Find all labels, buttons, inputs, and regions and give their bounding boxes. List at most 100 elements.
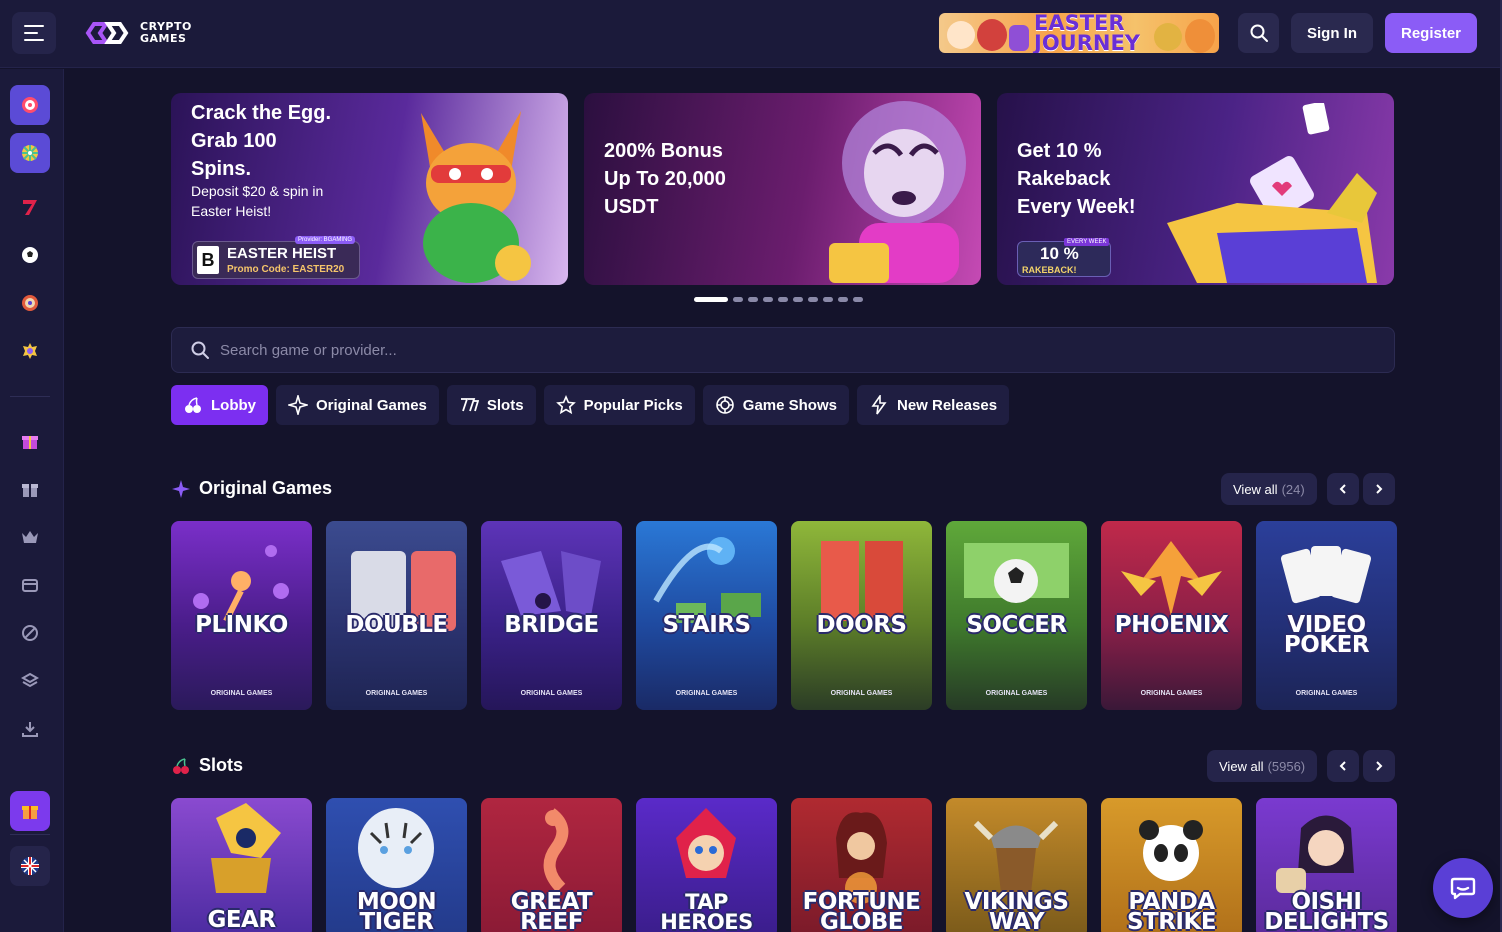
carousel-dot[interactable] — [694, 297, 728, 302]
carousel-dot[interactable] — [793, 297, 803, 302]
game-category: ORIGINAL GAMES — [830, 690, 893, 697]
header: CRYPTO GAMES EASTER JOURNEY Sign In Regi… — [0, 0, 1502, 68]
tab-lobby[interactable]: Lobby — [171, 385, 268, 425]
slots-next-button[interactable] — [1363, 750, 1395, 782]
live-chat-button[interactable] — [1433, 858, 1493, 918]
chevron-left-icon — [1339, 484, 1346, 494]
game-name-line2: REEF — [520, 909, 583, 932]
rewards-icon — [22, 806, 38, 819]
sidebar-item-slots[interactable] — [10, 187, 50, 227]
game-card-doors[interactable]: DOORS ORIGINAL GAMES — [791, 521, 932, 710]
cherries-icon — [173, 757, 189, 774]
slide3-title-line3: Every Week! — [1017, 196, 1136, 218]
rakeback-badge: EVERY WEEK 10 % RAKEBACK! — [1017, 238, 1111, 277]
game-card-vikings-way[interactable]: VIKINGS WAY — [946, 798, 1087, 932]
game-card-double[interactable]: DOUBLE ORIGINAL GAMES — [326, 521, 467, 710]
sidebar-item-lottery[interactable] — [10, 565, 50, 605]
game-card-plinko[interactable]: PLINKO ORIGINAL GAMES — [171, 521, 312, 710]
game-category: ORIGINAL GAMES — [520, 690, 583, 697]
game-card-moon-tiger[interactable]: MOON TIGER — [326, 798, 467, 932]
tab-new-releases[interactable]: New Releases — [856, 385, 1010, 425]
carousel-dot[interactable] — [778, 297, 788, 302]
original-games-next-button[interactable] — [1363, 473, 1395, 505]
tab-lobby-label: Lobby — [211, 396, 256, 414]
star-icon — [555, 395, 576, 415]
game-card-stairs[interactable]: STAIRS ORIGINAL GAMES — [636, 521, 777, 710]
tab-original-games[interactable]: Original Games — [276, 385, 439, 425]
game-card-oishi-delights[interactable]: OISHI DELIGHTS — [1256, 798, 1397, 932]
carousel-dot[interactable] — [838, 297, 848, 302]
sidebar-item-originals[interactable] — [10, 85, 50, 125]
register-button[interactable]: Register — [1385, 13, 1477, 53]
game-search-bar[interactable] — [171, 327, 1395, 373]
game-card-bridge[interactable]: BRIDGE ORIGINAL GAMES — [481, 521, 622, 710]
sidebar-item-responsible[interactable] — [10, 613, 50, 653]
view-all-slots[interactable]: View all (5956) — [1207, 750, 1318, 782]
chevron-right-icon — [1376, 761, 1383, 771]
promo-slide-bonus[interactable]: 200% Bonus Up To 20,000 USDT — [584, 93, 981, 285]
game-card-fortune-globe[interactable]: FORTUNE GLOBE — [791, 798, 932, 932]
gift-box-illustration — [1167, 103, 1377, 283]
game-name: PHOENIX — [1114, 612, 1229, 638]
game-card-panda-strike[interactable]: PANDA STRIKE — [1101, 798, 1242, 932]
game-card-great-reef[interactable]: GREAT REEF — [481, 798, 622, 932]
promo-slide-rakeback[interactable]: Get 10 % Rakeback Every Week! EVERY WEEK… — [997, 93, 1394, 285]
search-button[interactable] — [1238, 13, 1279, 53]
chevron-left-icon — [1339, 761, 1346, 771]
chevron-right-icon — [1376, 484, 1383, 494]
sidebar-item-vip[interactable] — [10, 517, 50, 557]
easter-journey-banner[interactable]: EASTER JOURNEY — [939, 13, 1219, 53]
chat-bubble-icon — [1450, 877, 1476, 900]
carousel-pagination — [694, 297, 863, 302]
game-name: SOCCER — [966, 612, 1067, 638]
sidebar-item-download[interactable] — [10, 709, 50, 749]
logo[interactable]: CRYPTO GAMES — [80, 18, 192, 48]
view-all-original-games[interactable]: View all (24) — [1221, 473, 1317, 505]
bgaming-logo: B — [197, 246, 219, 274]
search-input[interactable] — [220, 341, 1320, 359]
game-card-gear[interactable]: GEAR — [171, 798, 312, 932]
sidebar-item-bonuses[interactable] — [10, 469, 50, 509]
sidebar-item-wheel[interactable] — [10, 133, 50, 173]
sidebar-item-staking[interactable] — [10, 661, 50, 701]
carousel-dot[interactable] — [748, 297, 758, 302]
carousel-dot[interactable] — [808, 297, 818, 302]
view-all-label: View all — [1219, 758, 1264, 774]
game-card-video-poker[interactable]: VIDEO POKER ORIGINAL GAMES — [1256, 521, 1397, 710]
easter-heist-badge: B EASTER HEIST Promo Code: EASTER20 Prov… — [192, 236, 360, 279]
game-card-phoenix[interactable]: PHOENIX ORIGINAL GAMES — [1101, 521, 1242, 710]
game-card-soccer[interactable]: SOCCER ORIGINAL GAMES — [946, 521, 1087, 710]
sidebar-item-sports[interactable] — [10, 235, 50, 275]
slide3-title-line2: Rakeback — [1017, 168, 1111, 190]
tab-game-shows[interactable]: Game Shows — [702, 385, 849, 425]
language-selector[interactable] — [10, 846, 50, 886]
tab-original-games-label: Original Games — [316, 396, 427, 414]
original-games-prev-button[interactable] — [1327, 473, 1359, 505]
slide1-title-line1: Crack the Egg. — [191, 102, 332, 124]
section-title-original-games: Original Games — [171, 478, 332, 499]
target-icon — [22, 97, 38, 113]
game-card-tap-heroes[interactable]: TAP HEROES — [636, 798, 777, 932]
game-name-line2: WAY — [988, 909, 1045, 932]
sidebar-item-roulette[interactable] — [10, 283, 50, 323]
tab-popular-picks[interactable]: Popular Picks — [543, 385, 695, 425]
carousel-dot[interactable] — [763, 297, 773, 302]
sparkle-icon — [172, 479, 190, 498]
carousel-dot[interactable] — [853, 297, 863, 302]
menu-button[interactable] — [12, 12, 56, 54]
game-name: BRIDGE — [504, 612, 599, 638]
carousel-dot[interactable] — [733, 297, 743, 302]
sign-in-button[interactable]: Sign In — [1291, 13, 1373, 53]
sidebar-item-rewards[interactable] — [10, 791, 50, 831]
carousel-dot[interactable] — [823, 297, 833, 302]
tab-slots[interactable]: Slots — [446, 385, 536, 425]
game-name: TAP HEROES — [660, 890, 753, 932]
promo-slide-easter-heist[interactable]: Crack the Egg. Grab 100 Spins. Deposit $… — [171, 93, 568, 285]
sidebar-item-live-casino[interactable] — [10, 331, 50, 371]
slots-row: GEAR MOON TIGER GREAT REEF TAP HEROES FO… — [171, 798, 1397, 932]
game-show-icon — [715, 396, 734, 414]
slots-prev-button[interactable] — [1327, 750, 1359, 782]
game-name: PLINKO — [195, 612, 288, 638]
sidebar-item-promotions[interactable] — [10, 421, 50, 461]
game-category: ORIGINAL GAMES — [1295, 690, 1358, 697]
